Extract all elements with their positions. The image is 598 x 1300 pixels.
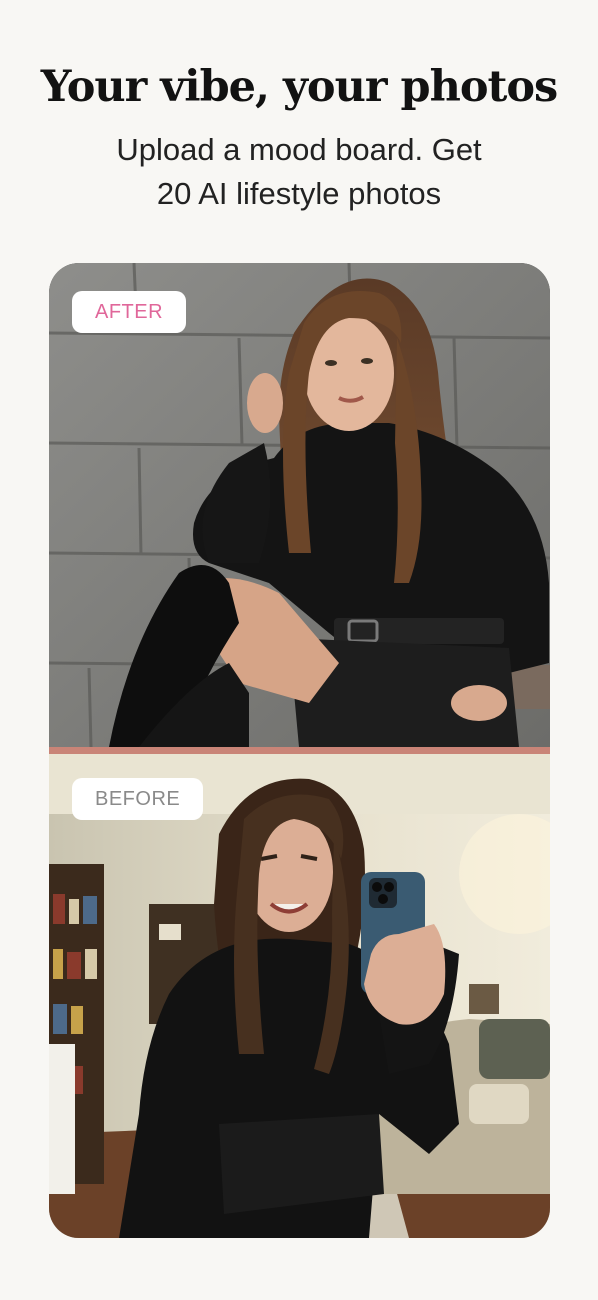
after-photo-illustration [49,263,550,747]
onboarding-screen: Your vibe, your photos Upload a mood boa… [0,0,598,1300]
subtitle-line-2: 20 AI lifestyle photos [156,176,442,211]
before-photo-illustration [49,754,550,1238]
comparison-divider [49,747,550,754]
subtitle-line-1: Upload a mood board. Get [116,132,482,167]
page-subtitle: Upload a mood board. Get 20 AI lifestyle… [60,128,538,216]
before-after-card: AFTER BEFORE [49,263,550,1238]
before-label: BEFORE [72,778,204,820]
before-photo: BEFORE [49,754,550,1238]
after-label: AFTER [72,291,187,333]
page-title: Your vibe, your photos [40,62,559,112]
after-photo: AFTER [49,263,550,747]
